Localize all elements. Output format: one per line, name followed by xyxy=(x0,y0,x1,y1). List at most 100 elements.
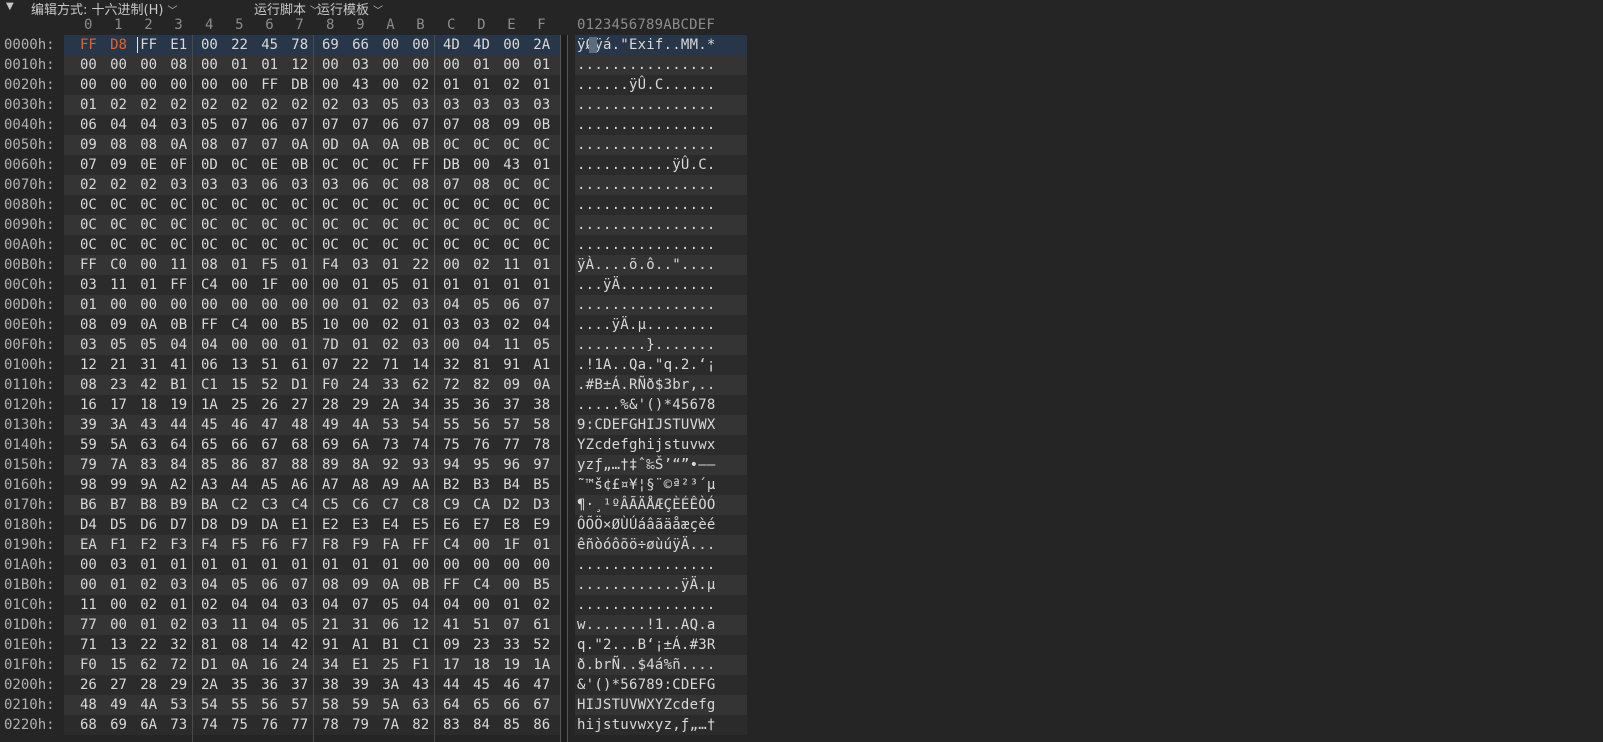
hex-byte[interactable]: 0A xyxy=(352,135,369,155)
hex-byte[interactable]: 00 xyxy=(110,75,127,95)
hex-byte[interactable]: 01 xyxy=(533,535,550,555)
hex-byte[interactable]: 35 xyxy=(231,675,248,695)
hex-row[interactable]: 0120h: 16 17 18 19 1A 25 26 27 28 29 2A 34 35 36 37 38..… xyxy=(0,395,1603,415)
hex-byte[interactable]: F1 xyxy=(110,535,127,555)
hex-row[interactable]: 0180h: D4 D5 D6 D7 D8 D9 DA E1 E2 E3 E4 E5 E6 E7 E8 E9 ÔÕ… xyxy=(0,515,1603,535)
hex-byte[interactable]: 00 xyxy=(322,55,339,75)
hex-byte[interactable]: B5 xyxy=(291,315,308,335)
hex-byte[interactable]: 00 xyxy=(412,555,429,575)
hex-byte[interactable]: 00 xyxy=(110,615,127,635)
hex-byte[interactable]: 00 xyxy=(443,255,460,275)
hex-byte[interactable]: A2 xyxy=(170,475,187,495)
hex-byte[interactable]: FF xyxy=(261,75,278,95)
hex-byte[interactable]: 11 xyxy=(231,615,248,635)
hex-byte[interactable]: 56 xyxy=(261,695,278,715)
hex-byte[interactable]: 1F xyxy=(503,535,520,555)
hex-byte[interactable]: 07 xyxy=(503,615,520,635)
hex-byte[interactable]: 22 xyxy=(140,635,157,655)
hex-byte[interactable]: F3 xyxy=(170,535,187,555)
hex-byte[interactable]: 0C xyxy=(352,235,369,255)
hex-byte[interactable]: 09 xyxy=(352,575,369,595)
hex-byte[interactable]: 31 xyxy=(352,615,369,635)
hex-byte[interactable]: C2 xyxy=(231,495,248,515)
hex-byte[interactable]: 34 xyxy=(322,655,339,675)
hex-row[interactable]: 0030h: 01 02 02 02 02 02 02 02 02 03 05 03 03 03 03 03..… xyxy=(0,95,1603,115)
hex-byte[interactable]: 0A xyxy=(170,135,187,155)
hex-byte[interactable]: 0C xyxy=(140,195,157,215)
hex-byte[interactable]: 23 xyxy=(110,375,127,395)
hex-byte[interactable]: 25 xyxy=(382,655,399,675)
hex-byte[interactable]: 04 xyxy=(201,575,218,595)
hex-byte[interactable]: 03 xyxy=(291,175,308,195)
hex-byte[interactable]: 05 xyxy=(140,335,157,355)
hex-byte[interactable]: 0C xyxy=(412,215,429,235)
hex-byte[interactable]: 00 xyxy=(291,275,308,295)
hex-byte[interactable]: 47 xyxy=(261,415,278,435)
hex-byte[interactable]: 42 xyxy=(291,635,308,655)
hex-byte[interactable]: 2A xyxy=(533,35,550,55)
hex-byte[interactable]: 48 xyxy=(291,415,308,435)
hex-byte[interactable]: 3A xyxy=(382,675,399,695)
hex-byte[interactable]: 91 xyxy=(322,635,339,655)
hex-row[interactable]: 0020h: 00 00 00 00 00 00 FF DB 00 43 00 02 01 01 02 01..… xyxy=(0,75,1603,95)
hex-row[interactable]: 00D0h: 01 00 00 00 00 00 00 00 00 01 02 03 04 05 06 07..… xyxy=(0,295,1603,315)
hex-byte[interactable]: 63 xyxy=(412,695,429,715)
hex-byte[interactable]: 58 xyxy=(533,415,550,435)
hex-byte[interactable]: 09 xyxy=(503,115,520,135)
hex-byte[interactable]: FF xyxy=(412,535,429,555)
hex-byte[interactable]: 07 xyxy=(291,575,308,595)
hex-byte[interactable]: 00 xyxy=(80,555,97,575)
hex-byte[interactable]: 06 xyxy=(503,295,520,315)
hex-byte[interactable]: A1 xyxy=(352,635,369,655)
hex-byte[interactable]: 32 xyxy=(443,355,460,375)
hex-byte[interactable]: 07 xyxy=(412,115,429,135)
hex-byte[interactable]: 01 xyxy=(382,255,399,275)
text-repr[interactable]: ................ xyxy=(577,175,716,195)
hex-byte[interactable]: 03 xyxy=(110,555,127,575)
hex-byte[interactable]: 9A xyxy=(140,475,157,495)
hex-byte[interactable]: 0B xyxy=(412,575,429,595)
hex-byte[interactable]: 39 xyxy=(80,415,97,435)
hex-byte[interactable]: 01 xyxy=(80,95,97,115)
hex-byte[interactable]: 67 xyxy=(533,695,550,715)
text-repr[interactable]: ÔÕÖ×ØÙÚáâãäåæçèé xyxy=(577,515,716,535)
hex-byte[interactable]: BA xyxy=(201,495,218,515)
hex-byte[interactable]: 00 xyxy=(201,35,218,55)
hex-byte[interactable]: 72 xyxy=(170,655,187,675)
hex-byte[interactable]: 59 xyxy=(80,435,97,455)
hex-byte[interactable]: 00 xyxy=(170,75,187,95)
hex-byte[interactable]: 46 xyxy=(503,675,520,695)
hex-byte[interactable]: 01 xyxy=(443,275,460,295)
hex-byte[interactable]: 01 xyxy=(140,275,157,295)
hex-byte[interactable]: FA xyxy=(382,535,399,555)
hex-byte[interactable]: FF xyxy=(170,275,187,295)
text-repr[interactable]: 9:CDEFGHIJSTUVWX xyxy=(577,415,716,435)
hex-row[interactable]: 01A0h: 00 03 01 01 01 01 01 01 01 01 01 00 00 00 00 00..… xyxy=(0,555,1603,575)
hex-byte[interactable]: 00 xyxy=(412,55,429,75)
hex-byte[interactable]: 11 xyxy=(503,255,520,275)
hex-byte[interactable]: 07 xyxy=(533,295,550,315)
hex-byte[interactable]: 13 xyxy=(110,635,127,655)
hex-byte[interactable]: 04 xyxy=(261,595,278,615)
hex-byte[interactable]: 78 xyxy=(291,35,308,55)
hex-byte[interactable]: 36 xyxy=(473,395,490,415)
hex-byte[interactable]: 07 xyxy=(443,115,460,135)
hex-byte[interactable]: 0C xyxy=(322,235,339,255)
hex-byte[interactable]: 0C xyxy=(533,175,550,195)
hex-row[interactable]: 0050h: 09 08 08 0A 08 07 07 0A 0D 0A 0A 0B 0C 0C 0C 0C..… xyxy=(0,135,1603,155)
hex-byte[interactable]: 05 xyxy=(231,575,248,595)
hex-byte[interactable]: 45 xyxy=(261,35,278,55)
hex-byte[interactable]: 00 xyxy=(503,55,520,75)
text-repr[interactable]: q."2...B‘¡±Á.#3R xyxy=(577,635,716,655)
hex-byte[interactable]: 11 xyxy=(80,595,97,615)
hex-byte[interactable]: D1 xyxy=(291,375,308,395)
hex-byte[interactable]: 41 xyxy=(443,615,460,635)
hex-row[interactable]: 0190h: EA F1 F2 F3 F4 F5 F6 F7 F8 F9 FA FF C4 00 1F 01 êñ… xyxy=(0,535,1603,555)
hex-byte[interactable]: 85 xyxy=(201,455,218,475)
hex-byte[interactable]: 64 xyxy=(443,695,460,715)
hex-byte[interactable]: 0C xyxy=(533,195,550,215)
hex-byte[interactable]: 07 xyxy=(231,115,248,135)
hex-byte[interactable]: D8 xyxy=(201,515,218,535)
hex-byte[interactable]: 06 xyxy=(382,615,399,635)
hex-byte[interactable]: 0C xyxy=(382,155,399,175)
